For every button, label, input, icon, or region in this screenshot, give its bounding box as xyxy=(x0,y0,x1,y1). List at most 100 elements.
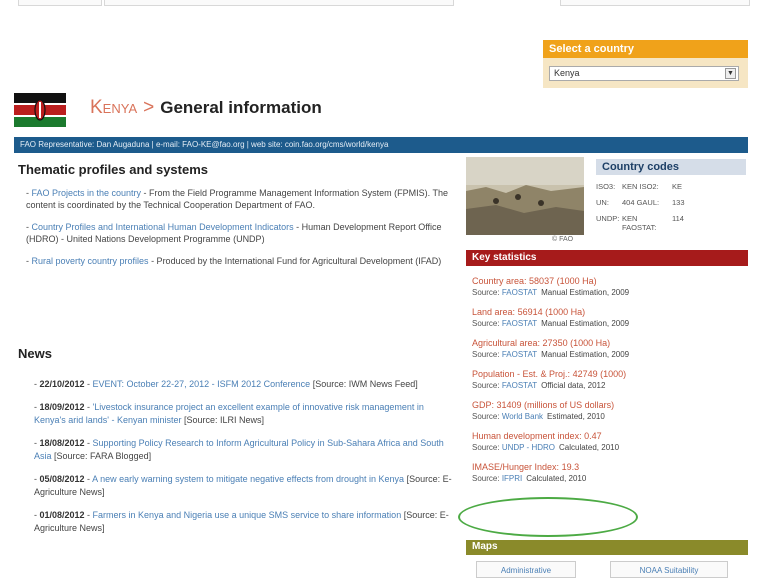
stat-label[interactable]: Agricultural area xyxy=(472,338,538,348)
code-row: ISO3: KEN ISO2: KE xyxy=(596,182,746,191)
code-cell: KE xyxy=(672,182,683,191)
stat-source[interactable]: FAOSTAT xyxy=(502,350,537,359)
stat-label[interactable]: IMASE/Hunger Index xyxy=(472,462,557,472)
news-date: 18/09/2012 xyxy=(39,402,85,412)
thematic-link[interactable]: Rural poverty country profiles xyxy=(32,256,149,266)
news-date: 18/08/2012 xyxy=(39,438,85,448)
code-row: UN: 404 GAUL: 133 xyxy=(596,198,746,207)
stat-label[interactable]: Human development index xyxy=(472,431,579,441)
thematic-item: - Rural poverty country profiles - Produ… xyxy=(26,256,442,266)
key-statistics-list: Country area: 58037 (1000 Ha) Source: FA… xyxy=(472,275,744,492)
stat-source-label: Source: xyxy=(472,350,500,359)
thematic-item: - FAO Projects in the country - From the… xyxy=(26,188,448,210)
code-cell: UN: xyxy=(596,198,609,207)
country-dropdown-value: Kenya xyxy=(554,68,580,78)
stat-source[interactable]: FAOSTAT xyxy=(502,381,537,390)
stat-label[interactable]: Country area xyxy=(472,276,524,286)
title-separator: > xyxy=(143,97,155,118)
stat-source-label: Source: xyxy=(472,319,500,328)
thematic-heading: Thematic profiles and systems xyxy=(18,162,209,177)
code-cell: 133 xyxy=(672,198,685,207)
dropdown-arrow-icon[interactable]: ▼ xyxy=(725,68,736,79)
news-date: 01/08/2012 xyxy=(39,510,85,520)
news-source: [Source: ILRI News] xyxy=(184,415,265,425)
stat-item: Country area: 58037 (1000 Ha) Source: FA… xyxy=(472,276,630,297)
news-date: 22/10/2012 xyxy=(39,379,85,389)
stat-source-label: Source: xyxy=(472,412,500,421)
stat-item: Population - Est. & Proj.: 42749 (1000) … xyxy=(472,369,627,390)
thematic-section: Thematic profiles and systems - FAO Proj… xyxy=(18,162,458,277)
stat-value: 31409 (millions of US dollars) xyxy=(496,400,615,410)
stat-item: Human development index: 0.47 Source: UN… xyxy=(472,431,620,452)
news-list: - 22/10/2012 - EVENT: October 22-27, 201… xyxy=(34,378,454,545)
code-row: UNDP: KEN FAOSTAT: 114 xyxy=(596,214,746,232)
code-cell: 404 GAUL: xyxy=(622,198,660,207)
photo-credit: © FAO xyxy=(552,236,574,243)
page-title: Kenya > General information xyxy=(90,97,322,119)
top-tab[interactable] xyxy=(560,0,750,6)
representative-text: FAO Representative: Dan Augaduna | e-mai… xyxy=(20,140,389,149)
country-name: Kenya xyxy=(90,97,138,118)
country-photo xyxy=(466,157,584,235)
code-cell: KEN ISO2: xyxy=(622,182,659,191)
maps-heading: Maps xyxy=(466,540,748,555)
map-button-suitability[interactable]: NOAA Suitability xyxy=(610,561,728,578)
stat-source[interactable]: UNDP - HDRO xyxy=(502,443,555,452)
top-tab[interactable] xyxy=(18,0,102,6)
stat-source-label: Source: xyxy=(472,381,500,390)
stat-note: Calculated, 2010 xyxy=(526,474,587,483)
stat-source[interactable]: FAOSTAT xyxy=(502,319,537,328)
stat-label[interactable]: GDP xyxy=(472,400,492,410)
thematic-desc: - Produced by the International Fund for… xyxy=(148,256,442,266)
news-heading: News xyxy=(18,346,52,361)
stat-value: 19.3 xyxy=(561,462,580,472)
stat-source-label: Source: xyxy=(472,288,500,297)
stat-item: Agricultural area: 27350 (1000 Ha) Sourc… xyxy=(472,338,630,359)
stat-item: GDP: 31409 (millions of US dollars) Sour… xyxy=(472,400,615,421)
country-codes-panel: Country codes ISO3: KEN ISO2: KE UN: 404… xyxy=(596,159,746,232)
stat-note: Manual Estimation, 2009 xyxy=(541,288,630,297)
stat-source[interactable]: IFPRI xyxy=(502,474,522,483)
news-source: [Source: IWM News Feed] xyxy=(312,379,418,389)
news-link[interactable]: EVENT: October 22-27, 2012 - ISFM 2012 C… xyxy=(93,379,311,389)
country-selector: Select a country Kenya ▼ xyxy=(543,40,748,88)
country-selector-header: Select a country xyxy=(543,40,748,58)
news-item: - 01/08/2012 - Farmers in Kenya and Nige… xyxy=(34,510,449,533)
stat-source[interactable]: FAOSTAT xyxy=(502,288,537,297)
thematic-item: - Country Profiles and International Hum… xyxy=(26,222,442,244)
stat-note: Estimated, 2010 xyxy=(547,412,605,421)
map-button-administrative[interactable]: Administrative xyxy=(476,561,576,578)
stat-item: Land area: 56914 (1000 Ha) Source: FAOST… xyxy=(472,307,630,328)
stat-note: Manual Estimation, 2009 xyxy=(541,319,630,328)
code-cell: ISO3: xyxy=(596,182,616,191)
stat-value: 58037 (1000 Ha) xyxy=(529,276,597,286)
news-item: - 18/08/2012 - Supporting Policy Researc… xyxy=(34,438,444,461)
stat-source[interactable]: World Bank xyxy=(502,412,543,421)
stat-value: 56914 (1000 Ha) xyxy=(517,307,586,317)
stat-value: 0.47 xyxy=(584,431,602,441)
stat-note: Calculated, 2010 xyxy=(559,443,620,452)
news-date: 05/08/2012 xyxy=(39,474,85,484)
news-item: - 22/10/2012 - EVENT: October 22-27, 201… xyxy=(34,379,418,389)
thematic-link[interactable]: FAO Projects in the country xyxy=(32,188,142,198)
key-statistics-heading: Key statistics xyxy=(466,250,748,266)
section-name: General information xyxy=(160,98,322,117)
thematic-link[interactable]: Country Profiles and International Human… xyxy=(32,222,294,232)
news-link[interactable]: Farmers in Kenya and Nigeria use a uniqu… xyxy=(93,510,402,520)
stat-item-highlighted: IMASE/Hunger Index: 19.3 Source: IFPRI Ca… xyxy=(472,462,587,483)
stat-label[interactable]: Population - Est. & Proj. xyxy=(472,369,568,379)
country-dropdown[interactable]: Kenya ▼ xyxy=(549,66,739,81)
country-codes-heading: Country codes xyxy=(596,159,746,175)
stat-note: Official data, 2012 xyxy=(541,381,606,390)
stat-note: Manual Estimation, 2009 xyxy=(541,350,630,359)
code-cell: KEN FAOSTAT: xyxy=(622,214,657,232)
stat-value: 42749 (1000) xyxy=(572,369,627,379)
code-cell: 114 xyxy=(672,214,684,223)
representative-bar: FAO Representative: Dan Augaduna | e-mai… xyxy=(14,137,748,153)
top-tabs xyxy=(0,0,758,8)
top-tab[interactable] xyxy=(104,0,454,6)
stat-source-label: Source: xyxy=(472,443,500,452)
stat-label[interactable]: Land area xyxy=(472,307,513,317)
news-link[interactable]: A new early warning system to mitigate n… xyxy=(92,474,404,484)
news-item: - 18/09/2012 - 'Livestock insurance proj… xyxy=(34,402,424,425)
